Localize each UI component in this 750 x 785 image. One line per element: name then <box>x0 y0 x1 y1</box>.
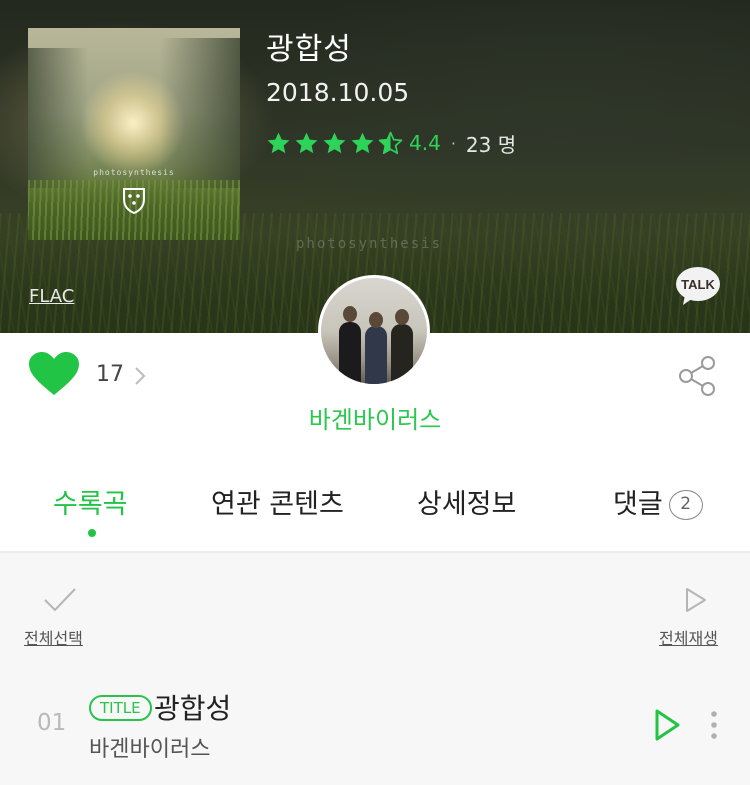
rating-row[interactable]: 4.4 · 23 명 <box>266 128 516 158</box>
avatar-head-right <box>395 309 409 325</box>
play-all-button[interactable]: 전체재생 <box>656 586 728 648</box>
album-title: 광합성 <box>266 32 352 67</box>
track-number: 01 <box>37 710 67 736</box>
hero-watermark: photosynthesis <box>296 236 443 252</box>
select-all-button[interactable]: 전체선택 <box>24 586 94 648</box>
avatar-head-middle <box>369 312 383 328</box>
avatar-head-left <box>343 306 357 322</box>
album-cover[interactable]: photosynthesis <box>28 28 240 240</box>
select-all-label: 전체선택 <box>24 629 83 648</box>
share-icon[interactable] <box>676 355 718 397</box>
track-list-area: 전체선택 전체재생 01 TITLE 광합성 바겐바이러스 <box>0 553 750 785</box>
star-icon <box>351 132 374 153</box>
artist-avatar[interactable] <box>318 275 430 387</box>
title-track-badge: TITLE <box>89 695 152 721</box>
kakao-talk-share-button[interactable]: TALK <box>675 265 721 307</box>
star-half-icon <box>378 131 403 154</box>
track-row[interactable]: 01 TITLE 광합성 바겐바이러스 <box>0 671 750 771</box>
like-count[interactable]: 17 <box>96 362 124 387</box>
play-all-label: 전체재생 <box>659 629 718 648</box>
talk-button-label: TALK <box>681 277 715 292</box>
more-options-icon[interactable] <box>706 709 722 741</box>
chevron-right-icon[interactable] <box>133 365 147 387</box>
track-title[interactable]: 광합성 <box>154 687 231 727</box>
active-tab-indicator <box>88 529 96 537</box>
star-icon <box>267 132 290 153</box>
rating-count: 23 명 <box>465 132 517 157</box>
release-date: 2018.10.05 <box>266 78 410 107</box>
rating-separator: · <box>450 133 456 153</box>
tab-details[interactable]: 상세정보 <box>417 482 516 521</box>
tab-tracks[interactable]: 수록곡 <box>53 482 128 521</box>
track-artist[interactable]: 바겐바이러스 <box>89 731 210 763</box>
checkmark-icon <box>44 588 76 612</box>
avatar-person-right <box>391 324 413 384</box>
tab-bar: 수록곡 연관 콘텐츠 상세정보 댓글 2 <box>0 482 750 530</box>
rating-stars <box>266 131 403 156</box>
avatar-person-left <box>339 322 361 384</box>
cover-text: photosynthesis <box>93 168 175 177</box>
star-icon <box>323 132 346 153</box>
tab-comments[interactable]: 댓글 2 <box>613 482 703 521</box>
cover-trees-right <box>160 38 240 188</box>
avatar-person-middle <box>365 326 387 384</box>
tab-related-content[interactable]: 연관 콘텐츠 <box>211 482 344 521</box>
flac-link[interactable]: FLAC <box>29 286 74 307</box>
play-outline-icon <box>686 588 706 612</box>
heart-icon[interactable] <box>28 352 80 396</box>
cover-logo-icon <box>123 188 145 215</box>
comment-count-badge: 2 <box>668 490 703 520</box>
artist-name[interactable]: 바겐바이러스 <box>0 400 750 435</box>
rating-value: 4.4 <box>409 131 441 155</box>
play-icon[interactable] <box>653 708 681 742</box>
star-icon <box>295 132 318 153</box>
tab-comments-label: 댓글 <box>613 489 663 520</box>
cover-trees-left <box>28 48 88 188</box>
